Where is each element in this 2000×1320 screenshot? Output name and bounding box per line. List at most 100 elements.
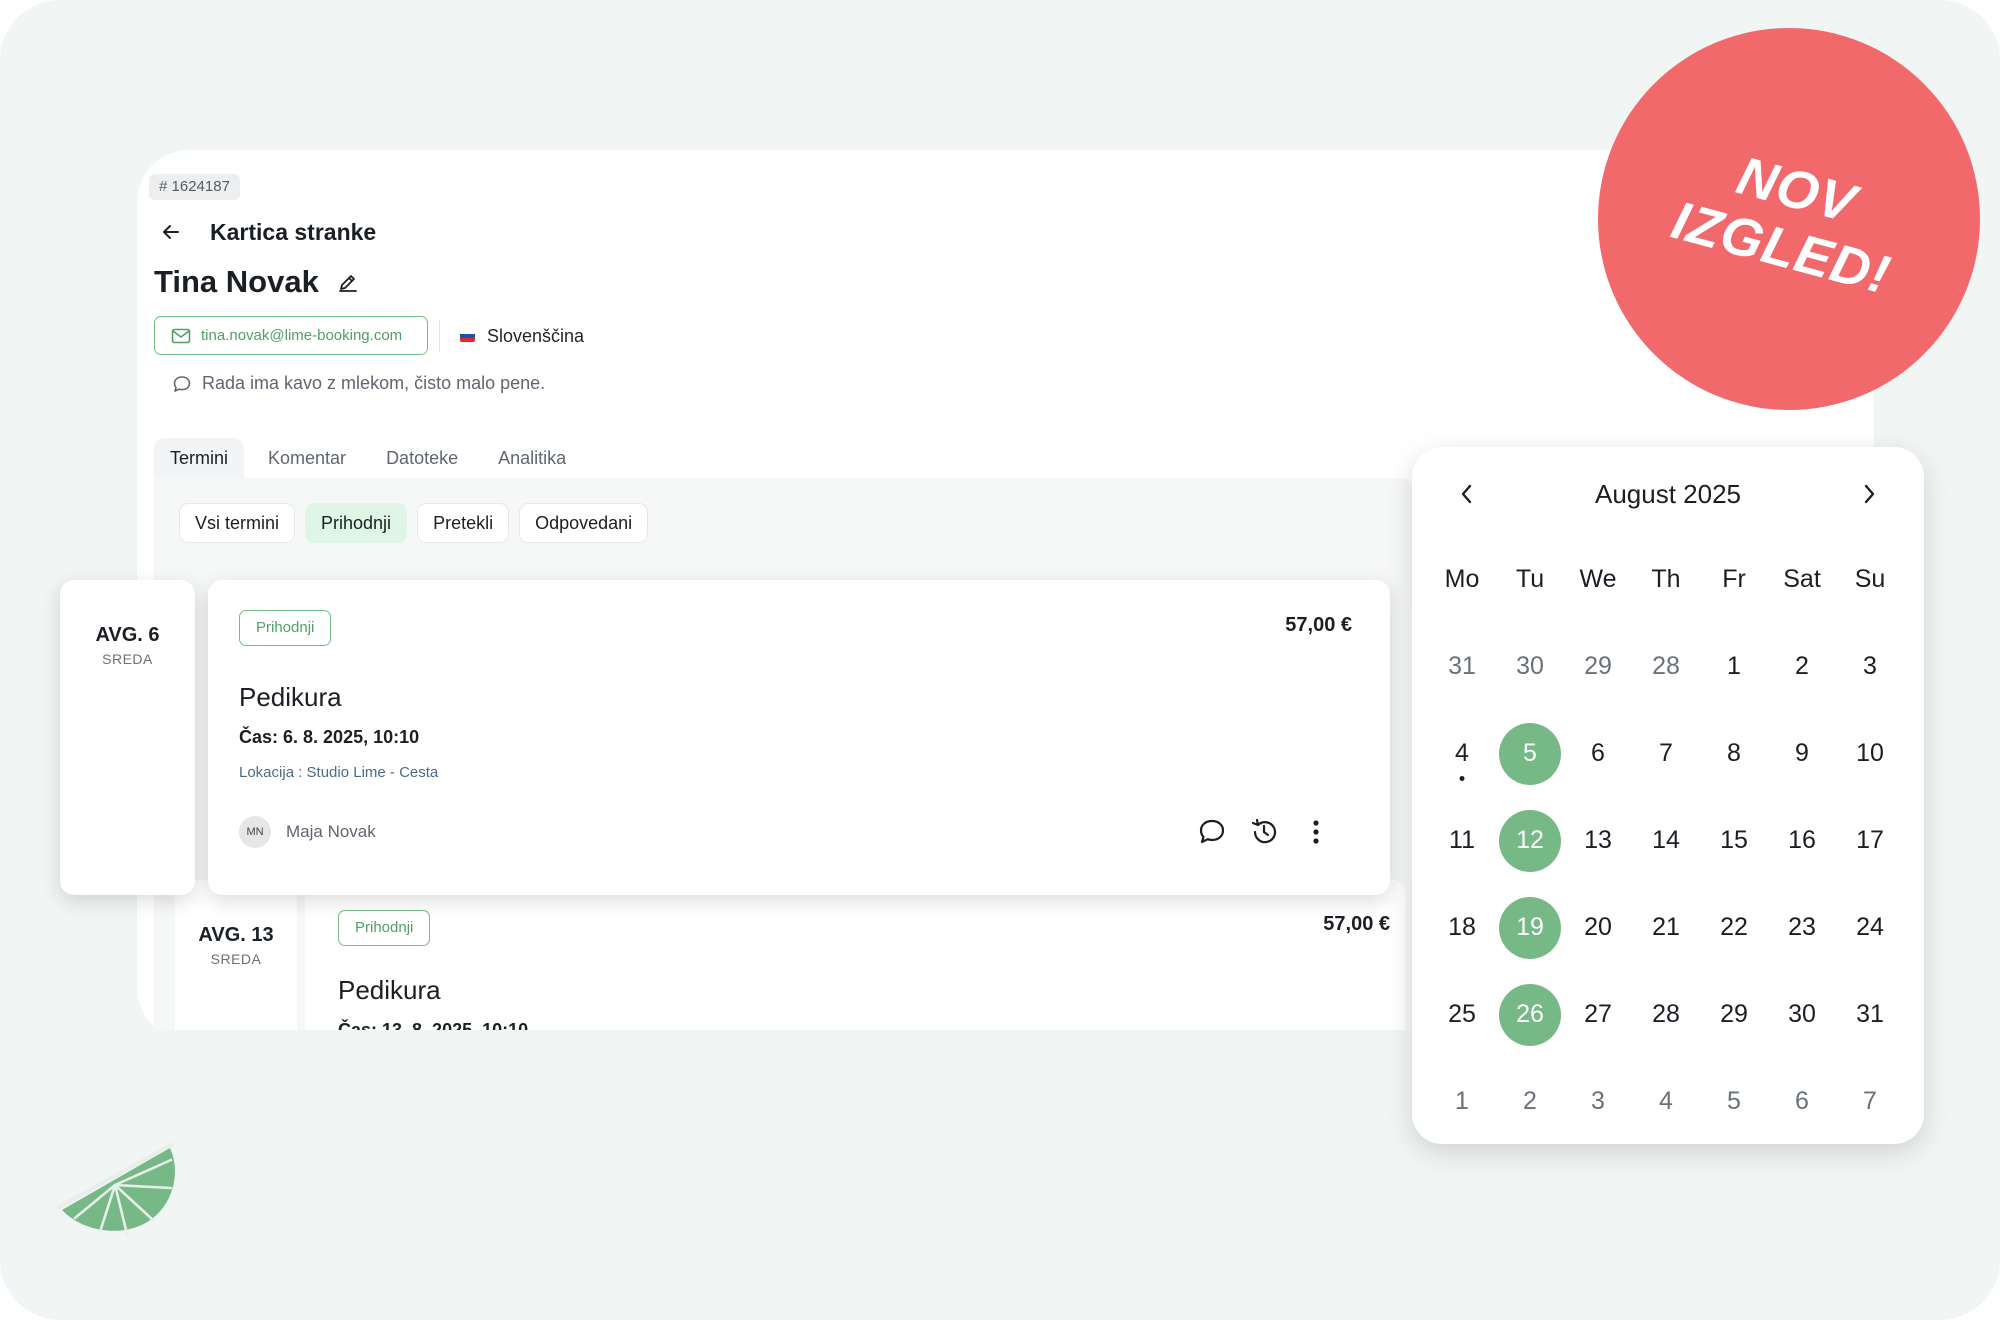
pencil-icon[interactable] <box>337 271 359 293</box>
lime-slice-logo <box>55 1140 185 1240</box>
calendar-day[interactable]: 13 <box>1564 797 1632 884</box>
day-number: 4 <box>1659 1087 1673 1115</box>
tab-datoteke[interactable]: Datoteke <box>370 438 474 478</box>
calendar-day[interactable]: 28 <box>1632 623 1700 710</box>
calendar-day[interactable]: 3 <box>1564 1058 1632 1145</box>
calendar-day[interactable]: 7 <box>1632 710 1700 797</box>
day-number: 29 <box>1720 1000 1748 1028</box>
filter-cancelled[interactable]: Odpovedani <box>519 503 649 543</box>
calendar-day-selected[interactable]: 5 <box>1496 710 1564 797</box>
calendar-day[interactable]: 31 <box>1836 971 1904 1058</box>
calendar-day[interactable]: 6 <box>1768 1058 1836 1145</box>
filter-past[interactable]: Pretekli <box>417 503 510 543</box>
day-number: 6 <box>1795 1087 1809 1115</box>
date-picker: August 2025 Mo Tu We Th Fr Sat Su 31 30 29 28 1 2 3 4… <box>1412 447 1924 1144</box>
appointment-card[interactable]: Prihodnji 57,00 € Pedikura Čas: 6. 8. 20… <box>208 580 1390 895</box>
day-number: 16 <box>1788 826 1816 854</box>
calendar-day-selected[interactable]: 26 <box>1496 971 1564 1058</box>
day-number: 22 <box>1720 913 1748 941</box>
filter-bar: Vsi termini Prihodnji Pretekli Odpovedan… <box>179 503 658 543</box>
calendar-day[interactable]: 4 <box>1428 710 1496 797</box>
calendar-day[interactable]: 1 <box>1428 1058 1496 1145</box>
speech-bubble-icon <box>172 374 192 394</box>
day-number: 30 <box>1788 1000 1816 1028</box>
email-pill[interactable]: tina.novak@lime-booking.com <box>154 316 428 355</box>
calendar-day[interactable]: 7 <box>1836 1058 1904 1145</box>
tab-termini[interactable]: Termini <box>154 438 245 478</box>
calendar-day[interactable]: 6 <box>1564 710 1632 797</box>
calendar-day[interactable]: 2 <box>1496 1058 1564 1145</box>
calendar-day[interactable]: 9 <box>1768 710 1836 797</box>
canvas: # 1624187 Kartica stranke Tina Novak tin… <box>0 0 2000 1320</box>
calendar-day[interactable]: 8 <box>1700 710 1768 797</box>
date-label: AVG. 6 <box>95 624 160 646</box>
calendar-day[interactable]: 15 <box>1700 797 1768 884</box>
tab-bar: Termini Komentar Datoteke Analitika <box>154 438 590 478</box>
weekday-label: Su <box>1854 564 1886 593</box>
day-number: 7 <box>1863 1087 1877 1115</box>
day-number: 25 <box>1448 1000 1476 1028</box>
day-number: 27 <box>1584 1000 1612 1028</box>
calendar-day-selected[interactable]: 12 <box>1496 797 1564 884</box>
calendar-day[interactable]: 22 <box>1700 884 1768 971</box>
calendar-day[interactable]: 30 <box>1768 971 1836 1058</box>
status-badge: Prihodnji <box>338 910 431 946</box>
staff-member: MN Maja Novak <box>239 816 376 848</box>
appointment-card[interactable]: Prihodnji 57,00 € Pedikura Čas: 13. 8. 2… <box>305 880 1405 1040</box>
tab-analitika[interactable]: Analitika <box>482 438 582 478</box>
tab-komentar[interactable]: Komentar <box>252 438 362 478</box>
calendar-day-selected[interactable]: 19 <box>1496 884 1564 971</box>
price: 57,00 € <box>1323 913 1390 935</box>
calendar-day[interactable]: 21 <box>1632 884 1700 971</box>
calendar-day[interactable]: 4 <box>1632 1058 1700 1145</box>
calendar-day[interactable]: 29 <box>1700 971 1768 1058</box>
calendar-day[interactable]: 24 <box>1836 884 1904 971</box>
customer-id-badge: # 1624187 <box>149 174 240 200</box>
calendar-day[interactable]: 5 <box>1700 1058 1768 1145</box>
day-number: 5 <box>1727 1087 1741 1115</box>
calendar-day[interactable]: 28 <box>1632 971 1700 1058</box>
calendar-day[interactable]: 25 <box>1428 971 1496 1058</box>
calendar-day[interactable]: 29 <box>1564 623 1632 710</box>
calendar-day[interactable]: 27 <box>1564 971 1632 1058</box>
panel-bottom-edge <box>137 1030 1437 1070</box>
calendar-day[interactable]: 11 <box>1428 797 1496 884</box>
calendar-day[interactable]: 3 <box>1836 623 1904 710</box>
calendar-day[interactable]: 23 <box>1768 884 1836 971</box>
calendar-day[interactable]: 1 <box>1700 623 1768 710</box>
day-number: 11 <box>1449 826 1475 854</box>
calendar-day[interactable]: 31 <box>1428 623 1496 710</box>
comment-icon[interactable] <box>1196 816 1228 848</box>
day-number: 3 <box>1863 652 1877 680</box>
arrow-left-icon[interactable] <box>160 221 182 243</box>
calendar-day[interactable]: 30 <box>1496 623 1564 710</box>
day-number: 14 <box>1652 826 1680 854</box>
chevron-right-icon[interactable] <box>1854 479 1884 509</box>
page-title: Kartica stranke <box>210 218 377 245</box>
calendar-day[interactable]: 18 <box>1428 884 1496 971</box>
more-vertical-icon[interactable] <box>1300 816 1332 848</box>
event-dot <box>1459 776 1465 781</box>
day-number: 6 <box>1591 739 1605 767</box>
weekday-label: SREDA <box>102 651 153 667</box>
filter-upcoming[interactable]: Prihodnji <box>305 503 408 543</box>
price: 57,00 € <box>1285 614 1352 636</box>
history-icon[interactable] <box>1248 816 1280 848</box>
mail-icon <box>171 328 191 344</box>
calendar-day[interactable]: 16 <box>1768 797 1836 884</box>
calendar-day[interactable]: 2 <box>1768 623 1836 710</box>
weekday-label: Fr <box>1722 564 1746 593</box>
slovenia-flag-icon <box>460 330 475 342</box>
weekday-header: Mo Tu We Th Fr Sat Su <box>1428 548 1904 610</box>
day-number: 26 <box>1499 983 1561 1046</box>
calendar-month-title: August 2025 <box>1594 479 1741 509</box>
calendar-day[interactable]: 10 <box>1836 710 1904 797</box>
calendar-day[interactable]: 17 <box>1836 797 1904 884</box>
appointment-time: Čas: 6. 8. 2025, 10:10 <box>239 727 420 747</box>
calendar-day[interactable]: 14 <box>1632 797 1700 884</box>
day-number: 20 <box>1584 913 1612 941</box>
calendar-day[interactable]: 20 <box>1564 884 1632 971</box>
day-number: 7 <box>1659 739 1673 767</box>
day-number: 5 <box>1499 722 1561 785</box>
filter-all[interactable]: Vsi termini <box>179 503 296 543</box>
